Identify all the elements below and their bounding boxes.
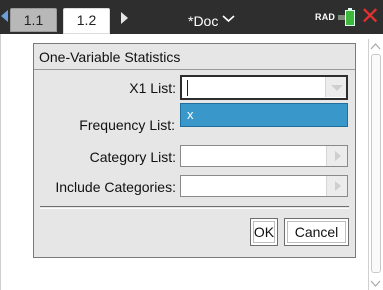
include-categories-field[interactable] [180,175,348,197]
one-variable-statistics-dialog: One-Variable Statistics X1 List: x Frequ… [33,43,356,258]
document-menu[interactable]: *Doc [188,9,235,30]
angle-mode-indicator: RAD [315,12,336,22]
category-list-label: Category List: [89,149,176,165]
tab-1-2[interactable]: 1.2 [63,8,110,34]
chevron-down-icon [331,85,343,91]
text-cursor [187,80,188,96]
x1-list-dropdown-option[interactable]: x [180,103,348,127]
scrollbar-thumb[interactable] [371,54,381,273]
category-list-field[interactable] [180,145,348,167]
include-categories-dropdown-button[interactable] [326,176,347,196]
next-tab-arrow-icon[interactable] [121,12,128,24]
divider [40,206,349,207]
tab-1-1[interactable]: 1.1 [10,8,57,32]
chevron-down-icon [222,9,235,27]
scroll-up-icon[interactable] [369,40,382,52]
frequency-list-label: Frequency List: [79,117,175,133]
x1-list-field[interactable] [180,75,348,100]
plug-icon [338,15,345,20]
previous-tab-arrow-icon[interactable] [1,10,8,22]
ok-button-label: OK [253,224,275,240]
document-name: *Doc [188,13,219,29]
top-tab-bar: 1.1 1.2 *Doc RAD ✕ [0,0,383,34]
cancel-button[interactable]: Cancel [284,218,349,246]
x1-list-dropdown-button[interactable] [325,77,346,97]
chevron-right-icon [335,151,341,161]
divider-highlight [40,208,349,209]
battery-icon [345,10,355,26]
x1-list-label: X1 List: [129,80,176,96]
scroll-down-icon[interactable] [369,276,382,288]
dialog-title: One-Variable Statistics [34,44,355,70]
include-categories-label: Include Categories: [55,179,176,195]
ok-button[interactable]: OK [250,218,278,246]
category-list-dropdown-button[interactable] [326,146,347,166]
cancel-button-label: Cancel [294,224,339,240]
close-icon[interactable]: ✕ [360,5,380,29]
chevron-right-icon [335,181,341,191]
